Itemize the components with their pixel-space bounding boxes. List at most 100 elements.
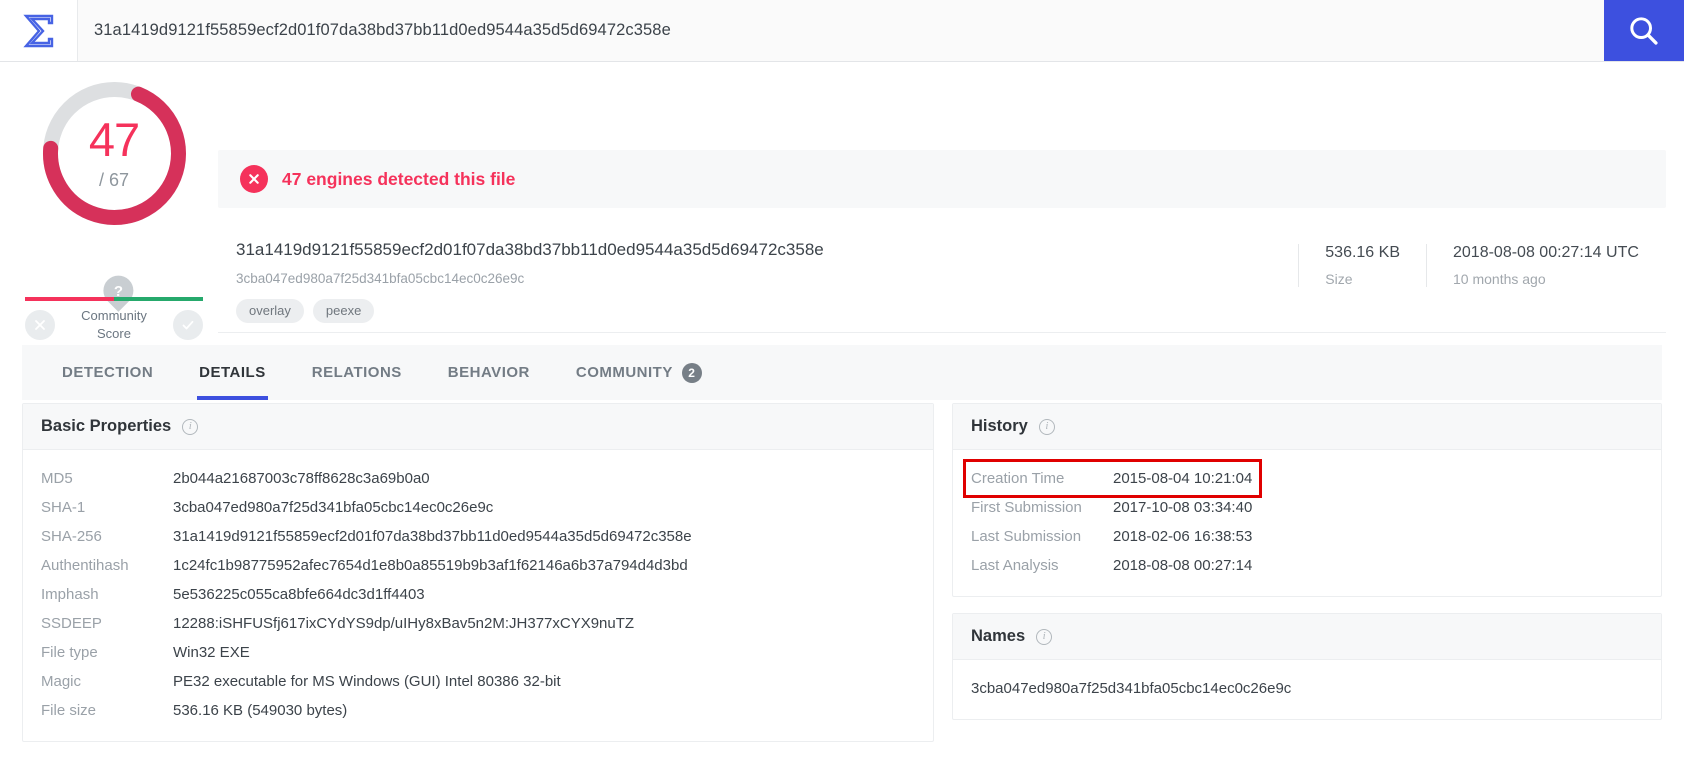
search-query-text: 31a1419d9121f55859ecf2d01f07da38bd37bb11… bbox=[94, 21, 671, 39]
basic-properties-title: Basic Properties bbox=[41, 417, 172, 435]
prop-value: 2b044a21687003c78ff8628c3a69b0a0 bbox=[173, 470, 430, 487]
info-icon[interactable]: i bbox=[1038, 418, 1055, 435]
tab-community-label: COMMUNITY bbox=[575, 364, 673, 381]
community-upvote-icon[interactable] bbox=[173, 309, 203, 340]
info-icon[interactable]: i bbox=[1036, 628, 1053, 645]
history-key: Last Analysis bbox=[971, 557, 1059, 574]
detection-banner: 47 engines detected this file bbox=[218, 150, 1666, 208]
virustotal-file-report-page: 31a1419d9121f55859ecf2d01f07da38bd37bb11… bbox=[0, 0, 1684, 771]
history-value: 2017-10-08 03:34:40 bbox=[1113, 499, 1253, 516]
file-size-block: 536.16 KB Size bbox=[1298, 244, 1426, 287]
file-sha1: 3cba047ed980a7f25d341bfa05cbc14ec0c26e9c bbox=[236, 271, 525, 286]
prop-key: Imphash bbox=[41, 586, 99, 603]
check-mark-icon bbox=[182, 320, 194, 329]
community-bar-positive bbox=[114, 297, 203, 301]
details-panels: Basic Properties i MD5 2b044a21687003c78… bbox=[22, 403, 1662, 758]
detection-score-widget: 47 / 67 ? Community Score bbox=[18, 76, 210, 345]
table-row-creation-time: Creation Time 2015-08-04 10:21:04 bbox=[971, 464, 1252, 493]
table-row: MD5 2b044a21687003c78ff8628c3a69b0a0 bbox=[41, 464, 915, 493]
right-column: History i Creation Time 2015-08-04 10:21… bbox=[952, 403, 1662, 758]
file-size-label: Size bbox=[1325, 271, 1353, 287]
community-score-widget[interactable]: ? Community Score bbox=[25, 269, 203, 345]
engine-total: / 67 bbox=[98, 170, 130, 190]
prop-key: File type bbox=[41, 644, 98, 661]
summary-section: 47 / 67 ? Community Score 47 engines det… bbox=[0, 62, 1684, 341]
sigma-logo-icon bbox=[22, 14, 53, 47]
virustotal-logo[interactable] bbox=[0, 0, 78, 61]
tab-community[interactable]: COMMUNITY 2 bbox=[576, 345, 702, 400]
detection-banner-text: 47 engines detected this file bbox=[282, 168, 516, 189]
file-identity: 31a1419d9121f55859ecf2d01f07da38bd37bb11… bbox=[218, 208, 1298, 323]
history-key: Creation Time bbox=[971, 470, 1065, 487]
file-size-value: 536.16 KB bbox=[1325, 244, 1400, 261]
names-panel: Names i 3cba047ed980a7f25d341bfa05cbc14e… bbox=[952, 613, 1662, 720]
tab-details-label: DETAILS bbox=[199, 364, 266, 381]
prop-value: 1c24fc1b98775952afec7654d1e8b0a85519b9b3… bbox=[173, 557, 688, 574]
tab-detection[interactable]: DETECTION bbox=[62, 345, 153, 400]
tab-behavior[interactable]: BEHAVIOR bbox=[448, 345, 530, 400]
search-button[interactable] bbox=[1604, 0, 1684, 61]
report-tabs: DETECTION DETAILS RELATIONS BEHAVIOR COM… bbox=[22, 345, 1662, 400]
file-tags: overlay peexe bbox=[236, 299, 1298, 323]
prop-value: PE32 executable for MS Windows (GUI) Int… bbox=[173, 673, 561, 690]
community-label-line1: Community bbox=[81, 308, 147, 323]
community-bar-negative bbox=[25, 297, 114, 301]
community-label-line2: Score bbox=[97, 325, 131, 341]
x-mark-icon bbox=[35, 319, 45, 330]
history-header: History i bbox=[953, 404, 1661, 450]
history-value: 2015-08-04 10:21:04 bbox=[1113, 470, 1253, 487]
prop-key: SHA-256 bbox=[41, 528, 102, 545]
tag-overlay[interactable]: overlay bbox=[236, 299, 304, 323]
tab-relations[interactable]: RELATIONS bbox=[312, 345, 402, 400]
search-input[interactable]: 31a1419d9121f55859ecf2d01f07da38bd37bb11… bbox=[78, 0, 1604, 61]
tab-behavior-label: BEHAVIOR bbox=[447, 364, 530, 381]
table-row: Magic PE32 executable for MS Windows (GU… bbox=[41, 667, 915, 696]
history-panel: History i Creation Time 2015-08-04 10:21… bbox=[952, 403, 1662, 597]
prop-value: 5e536225c055ca8bfe664dc3d1ff4403 bbox=[173, 586, 425, 603]
history-value: 2018-08-08 00:27:14 bbox=[1113, 557, 1253, 574]
detection-gauge: 47 / 67 bbox=[37, 76, 192, 231]
history-key: First Submission bbox=[971, 499, 1082, 516]
prop-key: Authentihash bbox=[41, 557, 129, 574]
table-row: File size 536.16 KB (549030 bytes) bbox=[41, 696, 915, 725]
basic-properties-body: MD5 2b044a21687003c78ff8628c3a69b0a0 SHA… bbox=[23, 450, 933, 741]
file-sha256: 31a1419d9121f55859ecf2d01f07da38bd37bb11… bbox=[236, 240, 824, 259]
names-title: Names bbox=[971, 627, 1026, 645]
table-row: Authentihash 1c24fc1b98775952afec7654d1e… bbox=[41, 551, 915, 580]
prop-key: File size bbox=[41, 702, 97, 719]
info-icon[interactable]: i bbox=[182, 418, 199, 435]
table-row: Imphash 5e536225c055ca8bfe664dc3d1ff4403 bbox=[41, 580, 915, 609]
detection-count: 47 bbox=[88, 113, 140, 166]
history-body: Creation Time 2015-08-04 10:21:04 First … bbox=[953, 450, 1661, 596]
table-row: SHA-1 3cba047ed980a7f25d341bfa05cbc14ec0… bbox=[41, 493, 915, 522]
file-meta: 536.16 KB Size 2018-08-08 00:27:14 UTC 1… bbox=[1298, 208, 1666, 287]
file-date-block: 2018-08-08 00:27:14 UTC 10 months ago bbox=[1426, 244, 1666, 287]
tab-details[interactable]: DETAILS bbox=[197, 345, 268, 400]
tag-peexe[interactable]: peexe bbox=[312, 299, 375, 323]
community-score-label: Community Score bbox=[81, 307, 147, 342]
community-score-bar bbox=[25, 297, 203, 301]
history-value: 2018-02-06 16:38:53 bbox=[1113, 528, 1253, 545]
community-downvote-icon[interactable] bbox=[25, 309, 55, 340]
x-mark-glyph-icon bbox=[249, 174, 259, 184]
community-score-pin-icon: ? bbox=[97, 269, 140, 312]
prop-key: SHA-1 bbox=[41, 499, 86, 516]
table-row: SHA-256 31a1419d9121f55859ecf2d01f07da38… bbox=[41, 522, 915, 551]
prop-value: 12288:iSHFUSfj617ixCYdYS9dp/uIHy8xBav5n2… bbox=[173, 615, 635, 632]
prop-value: 3cba047ed980a7f25d341bfa05cbc14ec0c26e9c bbox=[173, 499, 494, 516]
basic-properties-panel: Basic Properties i MD5 2b044a21687003c78… bbox=[22, 403, 934, 742]
file-analysis-date: 2018-08-08 00:27:14 UTC bbox=[1453, 244, 1639, 261]
names-header: Names i bbox=[953, 614, 1661, 660]
prop-value: Win32 EXE bbox=[173, 644, 250, 661]
file-analysis-relative: 10 months ago bbox=[1453, 271, 1546, 287]
table-row: SSDEEP 12288:iSHFUSfj617ixCYdYS9dp/uIHy8… bbox=[41, 609, 915, 638]
name-value: 3cba047ed980a7f25d341bfa05cbc14ec0c26e9c bbox=[971, 680, 1292, 697]
table-row: Last Submission 2018-02-06 16:38:53 bbox=[971, 522, 1252, 551]
names-body: 3cba047ed980a7f25d341bfa05cbc14ec0c26e9c bbox=[953, 660, 1661, 719]
prop-value: 536.16 KB (549030 bytes) bbox=[173, 702, 348, 719]
error-x-icon bbox=[240, 165, 268, 193]
tab-relations-label: RELATIONS bbox=[311, 364, 402, 381]
table-row: First Submission 2017-10-08 03:34:40 bbox=[971, 493, 1252, 522]
top-search-bar: 31a1419d9121f55859ecf2d01f07da38bd37bb11… bbox=[0, 0, 1684, 62]
left-column: Basic Properties i MD5 2b044a21687003c78… bbox=[22, 403, 934, 758]
